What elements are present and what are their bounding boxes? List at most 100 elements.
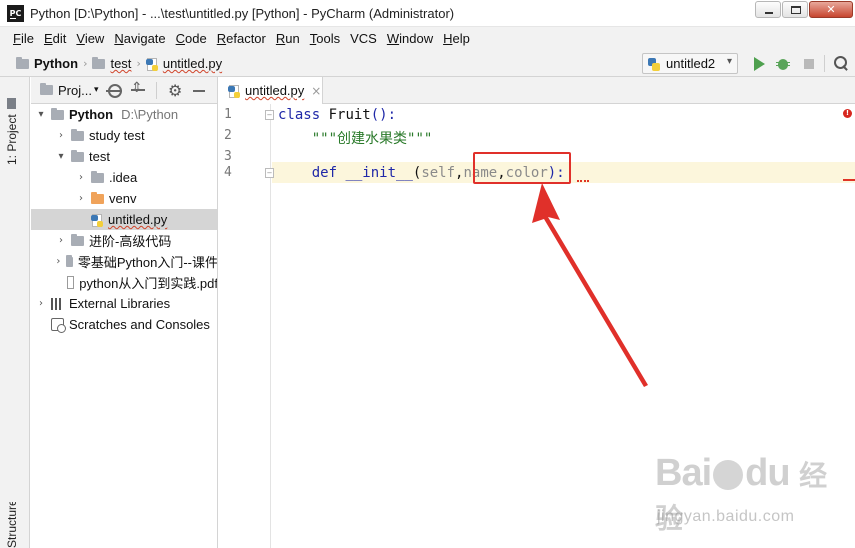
title-bar: PC Python [D:\Python] - ...\test\untitle… — [0, 0, 855, 27]
menu-item-help[interactable]: Help — [438, 27, 475, 50]
tree-item[interactable]: python从入门到实践.pdf — [31, 272, 218, 293]
annotation-arrow-icon — [532, 183, 648, 387]
chevron-right-icon[interactable]: › — [55, 235, 67, 246]
error-indicator-icon[interactable]: ! — [843, 109, 852, 118]
code-line-1: class Fruit(): — [278, 107, 396, 123]
editor-tab-bar: untitled.py × — [219, 77, 855, 104]
menu-item-edit[interactable]: Edit — [39, 27, 71, 50]
breadcrumb-folder[interactable]: test — [110, 56, 131, 71]
minimize-icon — [765, 12, 773, 14]
folder-icon — [92, 56, 106, 69]
fold-marker-icon[interactable]: − — [265, 110, 274, 120]
tree-item[interactable]: › External Libraries — [31, 293, 217, 314]
tree-item-label: python从入门到实践.pdf — [79, 276, 218, 291]
menu-bar: File Edit View Navigate Code Refactor Run Tools… — [0, 27, 855, 50]
project-panel-title: Proj... — [58, 82, 92, 98]
menu-mnemonic: R — [275, 31, 286, 46]
close-button[interactable]: ✕ — [809, 1, 853, 18]
chevron-right-icon[interactable]: › — [75, 172, 87, 183]
menu-item-window[interactable]: Window — [382, 27, 438, 50]
tree-item-label: venv — [109, 191, 137, 206]
folder-icon — [65, 254, 73, 267]
chevron-right-icon[interactable]: › — [55, 130, 67, 141]
menu-item-view[interactable]: View — [71, 27, 109, 50]
breadcrumb-file[interactable]: untitled.py — [163, 56, 222, 71]
menu-mnemonic: W — [386, 31, 400, 46]
folder-icon — [71, 149, 84, 162]
folder-icon — [16, 56, 29, 69]
structure-tool-tab[interactable]: Structure — [5, 502, 19, 548]
stop-button[interactable] — [799, 54, 819, 74]
search-icon[interactable] — [833, 55, 849, 71]
tree-item-label: .idea — [109, 170, 138, 185]
fold-marker-icon[interactable]: − — [265, 168, 274, 178]
folder-icon — [40, 83, 53, 95]
editor-tab-untitled[interactable]: untitled.py × — [219, 77, 323, 104]
tree-item[interactable]: › .idea — [31, 167, 217, 188]
chevron-right-icon[interactable]: › — [75, 193, 87, 204]
project-view-selector[interactable]: Proj... ▾ — [40, 83, 102, 98]
close-tab-icon[interactable]: × — [311, 84, 321, 98]
toolbar-divider — [824, 55, 825, 72]
window-title: Python [D:\Python] - ...\test\untitled.p… — [30, 6, 455, 21]
menu-mnemonic: V — [76, 31, 85, 46]
keyword: def — [311, 165, 338, 181]
tree-item[interactable]: ▾ test — [31, 146, 217, 167]
python-file-icon — [228, 84, 240, 98]
project-tool-tab[interactable]: 1: Project — [5, 85, 19, 165]
self-param: self — [421, 165, 456, 181]
tree-item[interactable]: › 零基础Python入门--课件 — [31, 251, 217, 272]
menu-label: ools — [316, 31, 341, 46]
tree-item[interactable]: ▾ Python D:\Python — [31, 104, 217, 125]
chevron-right-icon: › — [136, 57, 141, 70]
tree-item-label: untitled.py — [108, 212, 168, 227]
docstring-text: 创建水果类 — [337, 131, 408, 147]
tree-item[interactable]: › venv — [31, 188, 217, 209]
collapse-all-icon[interactable] — [126, 77, 150, 104]
run-button[interactable] — [749, 54, 769, 74]
docstring-quote: """ — [407, 131, 433, 147]
folder-icon — [91, 191, 104, 204]
structure-tab-label: Structure — [5, 502, 19, 548]
window-controls: ✕ — [754, 1, 853, 19]
paw-icon — [713, 459, 744, 490]
menu-item-refactor[interactable]: Refactor — [212, 27, 271, 50]
tree-item-label: study test — [89, 128, 145, 143]
tree-item-label: External Libraries — [69, 296, 171, 311]
menu-item-tools[interactable]: Tools — [305, 27, 345, 50]
error-stripe-mark[interactable] — [843, 179, 855, 181]
chevron-down-icon: ▾ — [726, 56, 732, 67]
gear-icon[interactable] — [163, 77, 187, 104]
debug-button[interactable] — [773, 54, 793, 74]
chevron-down-icon[interactable]: ▾ — [55, 151, 67, 162]
chevron-right-icon[interactable]: › — [55, 256, 62, 267]
breadcrumb-root[interactable]: Python — [34, 56, 78, 71]
menu-item-navigate[interactable]: Navigate — [109, 27, 170, 50]
menu-item-vcs[interactable]: VCS — [345, 27, 382, 50]
menu-label: un — [285, 31, 300, 46]
close-icon: ✕ — [826, 3, 836, 16]
run-configuration-select[interactable]: untitled2 ▾ — [642, 53, 738, 74]
hide-panel-icon[interactable] — [187, 77, 211, 104]
maximize-button[interactable] — [782, 1, 808, 18]
navigation-bar: Python › test › untitled.py untitled2 ▾ — [0, 50, 855, 77]
chevron-down-icon[interactable]: ▾ — [35, 109, 47, 120]
menu-label: efactor — [226, 31, 266, 46]
punctuation: (): — [370, 107, 397, 123]
project-tab-label: 1: Project — [5, 114, 19, 165]
chevron-right-icon[interactable]: › — [35, 298, 47, 309]
tree-item[interactable]: › study test — [31, 125, 217, 146]
menu-item-code[interactable]: Code — [171, 27, 212, 50]
minimize-button[interactable] — [755, 1, 781, 18]
menu-item-file[interactable]: File — [8, 27, 39, 50]
tree-item[interactable]: Scratches and Consoles — [31, 314, 217, 335]
menu-label: avigate — [123, 31, 166, 46]
project-icon — [7, 98, 17, 110]
folder-icon — [71, 233, 84, 246]
menu-item-run[interactable]: Run — [271, 27, 305, 50]
folder-icon — [91, 170, 104, 183]
tree-item[interactable]: untitled.py — [31, 209, 217, 230]
tree-item[interactable]: › 进阶-高级代码 — [31, 230, 217, 251]
locate-file-icon[interactable] — [102, 77, 126, 104]
